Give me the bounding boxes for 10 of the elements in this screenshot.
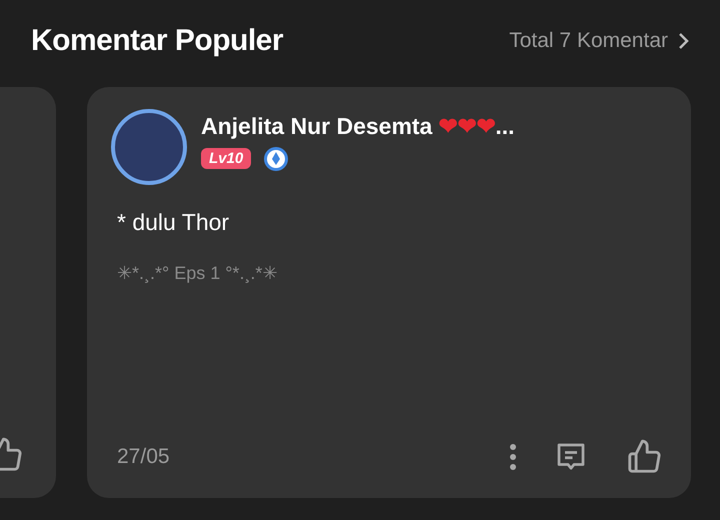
comment-text: * dulu Thor [117, 209, 230, 236]
comment-date: 27/05 [117, 445, 170, 469]
user-name: Anjelita Nur Desemta ❤❤❤... [201, 112, 515, 140]
chevron-right-icon [678, 32, 690, 50]
more-button[interactable] [509, 443, 517, 471]
episode-label: ✳*.¸.*° Eps 1 °*.¸.*✳ [117, 262, 278, 284]
section-title: Komentar Populer [31, 24, 284, 58]
level-badge: Lv10 [201, 148, 252, 169]
writer-badge-icon [263, 146, 290, 172]
total-comments-link[interactable]: Total 7 Komentar [509, 29, 690, 53]
